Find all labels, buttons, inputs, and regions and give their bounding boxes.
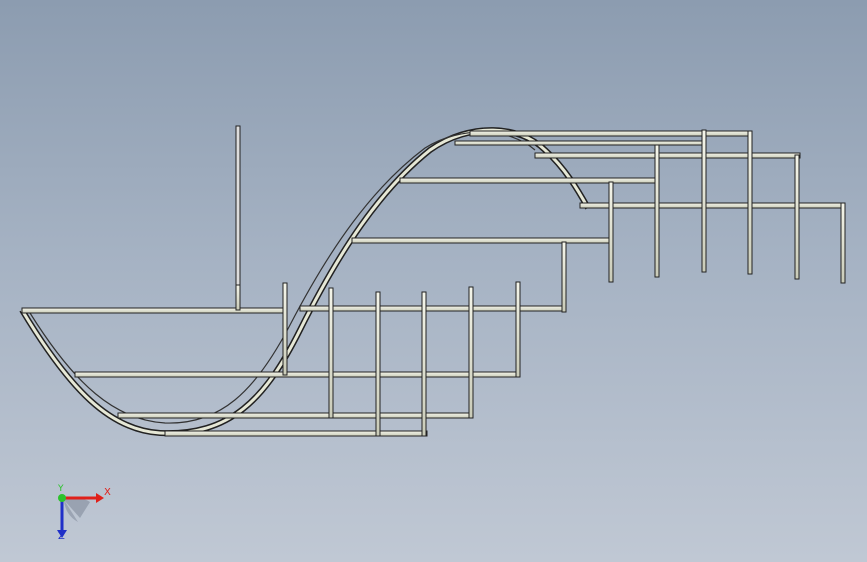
frame-assembly-model[interactable]: [0, 0, 867, 562]
s-curve-rail: [19, 127, 591, 437]
y-axis-dot: [58, 494, 66, 502]
cad-viewport[interactable]: X Y Z: [0, 0, 867, 562]
left-post: [235, 125, 241, 309]
x-axis-label: X: [104, 487, 111, 498]
lower-vertical-posts: [235, 241, 567, 437]
y-axis-label: Y: [58, 484, 64, 494]
lower-horizontal-rails: [21, 305, 566, 437]
z-axis-label: Z: [58, 531, 65, 542]
